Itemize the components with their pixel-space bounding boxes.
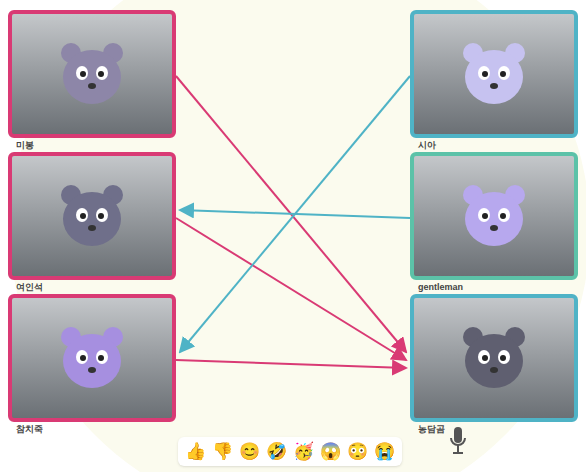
participant-name: 미봉 <box>16 141 34 150</box>
avatar-mask-icon <box>459 323 529 393</box>
reaction-bar: 👍👎😊🤣🥳😱😳😭 <box>178 437 402 466</box>
participant-name: 참치죽 <box>16 425 43 434</box>
arrow <box>176 218 406 360</box>
participant-name: 시아 <box>418 141 436 150</box>
reaction-button[interactable]: 😭 <box>373 443 396 460</box>
arrow <box>176 76 406 352</box>
arrow-diagram <box>0 0 586 472</box>
video-frame <box>410 10 578 138</box>
video-frame <box>8 10 176 138</box>
reaction-button[interactable]: 🤣 <box>265 443 288 460</box>
reaction-button[interactable]: 😊 <box>238 443 261 460</box>
participant-tile[interactable]: 농담곰 <box>410 294 578 436</box>
participant-name: 농담곰 <box>418 425 445 434</box>
reaction-button[interactable]: 🥳 <box>292 443 315 460</box>
arrow <box>180 76 410 352</box>
video-frame <box>8 152 176 280</box>
avatar-mask-icon <box>57 181 127 251</box>
participant-tile[interactable]: 시아 <box>410 10 578 152</box>
reaction-button[interactable]: 😳 <box>346 443 369 460</box>
video-frame <box>410 294 578 422</box>
right-column: 시아 gentleman 농담곰 <box>410 10 578 472</box>
participant-name: gentleman <box>418 283 463 292</box>
arrow <box>176 360 406 368</box>
participant-name: 여인석 <box>16 283 43 292</box>
arrow <box>180 210 410 218</box>
reaction-button[interactable]: 😱 <box>319 443 342 460</box>
participant-tile[interactable]: 여인석 <box>8 152 176 294</box>
microphone-icon[interactable] <box>448 426 468 456</box>
reaction-button[interactable]: 👎 <box>211 443 234 460</box>
avatar-mask-icon <box>57 39 127 109</box>
reaction-button[interactable]: 👍 <box>184 443 207 460</box>
participant-tile[interactable]: 미봉 <box>8 10 176 152</box>
avatar-mask-icon <box>57 323 127 393</box>
video-frame <box>8 294 176 422</box>
video-call-screen: 미봉여인석참치죽👍👎😊🤣🥳😱😳😭시아gentleman농담곰 <box>0 0 586 472</box>
avatar-mask-icon <box>459 39 529 109</box>
participant-tile[interactable]: 참치죽 <box>8 294 176 436</box>
participant-tile[interactable]: gentleman <box>410 152 578 294</box>
avatar-mask-icon <box>459 181 529 251</box>
video-frame <box>410 152 578 280</box>
left-column: 미봉여인석참치죽 <box>8 10 176 472</box>
